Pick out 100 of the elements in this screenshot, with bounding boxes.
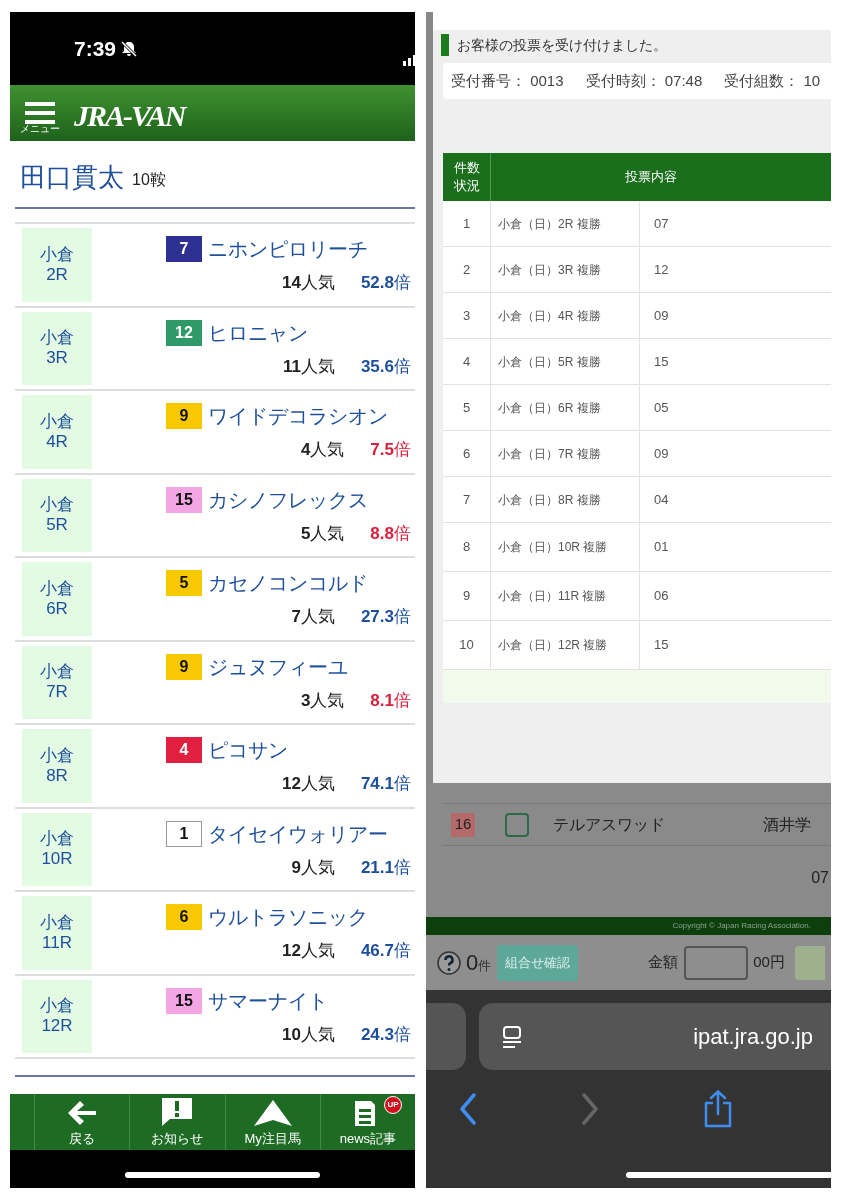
horse-name[interactable]: ピコサン	[208, 735, 288, 765]
post-number: 15	[166, 486, 202, 513]
horse-name[interactable]: ニホンピロリーチ	[208, 234, 368, 264]
signal-icon	[403, 54, 415, 66]
horse-name[interactable]: カセノコンコルド	[208, 568, 368, 598]
amount-field[interactable]	[684, 945, 749, 980]
venue-text: 小倉	[40, 244, 74, 265]
post-number: 6	[166, 904, 202, 930]
table-cell: 小倉（日）12R 複勝	[491, 621, 640, 669]
odds-text: 74.1倍	[360, 773, 411, 795]
column-header: 件数状況	[443, 153, 491, 201]
post-number: 5	[166, 570, 202, 596]
race-text: 8R	[46, 765, 68, 786]
race-text: 6R	[46, 598, 68, 619]
table-cell: 小倉（日）2R 複勝	[491, 201, 640, 246]
table-cell-text: 04	[653, 490, 670, 509]
table-cell: 小倉（日）4R 複勝	[491, 293, 640, 338]
table-cell: 小倉（日）7R 複勝	[491, 431, 640, 476]
address-bar[interactable]: ipat.jra.go.jp	[479, 1003, 831, 1070]
table-cell-text: 07	[653, 214, 670, 233]
popularity-text: 11人気	[282, 355, 335, 378]
help-icon[interactable]	[437, 950, 461, 975]
post-number: 7	[166, 236, 202, 262]
venue-text: 小倉	[40, 578, 74, 599]
venue-text: 小倉	[40, 495, 74, 516]
menu-button[interactable]: メニュー	[20, 92, 60, 134]
horse-name[interactable]: ワイドデコラシオン	[208, 401, 388, 431]
submit-button[interactable]	[794, 945, 825, 980]
menu-icon	[25, 102, 55, 124]
table-cell: 6	[443, 431, 491, 476]
venue-text: 小倉	[40, 662, 74, 683]
badge: UP	[384, 1096, 402, 1114]
horse-name[interactable]: ヒロニャン	[208, 317, 308, 348]
table-cell: 小倉（日）6R 複勝	[491, 385, 640, 430]
table-cell: 5	[443, 385, 491, 430]
race-text: 11R	[42, 932, 72, 953]
horse-name[interactable]: ジュヌフィーユ	[208, 651, 348, 682]
venue-text: 小倉	[40, 996, 74, 1017]
post-number: 4	[166, 737, 202, 763]
table-cell-text: 01	[653, 538, 670, 557]
message-text: お客様の投票を受け付けました。	[457, 35, 667, 55]
back-arrow-icon	[66, 1098, 99, 1127]
share-icon[interactable]	[702, 1090, 734, 1128]
post-number: 16	[451, 812, 475, 837]
jockey-name: 田口貫太	[20, 160, 124, 194]
horse-name[interactable]: タイセイウォリアー	[208, 818, 388, 849]
popularity-text: 3人気	[300, 689, 345, 712]
table-cell-text: 12	[653, 260, 670, 279]
horse-name[interactable]: サマーナイト	[208, 985, 328, 1016]
table-cell-text: 05	[653, 398, 670, 417]
ride-count: 10鞍	[132, 170, 166, 190]
logo: JRA-VAN	[74, 97, 185, 134]
race-text: 2R	[46, 264, 68, 285]
table-cell: 8	[443, 523, 491, 571]
horse-name[interactable]: ウルトラソニック	[208, 902, 368, 932]
receipt-text: 受付組数： 10	[724, 70, 821, 91]
race-text: 10R	[41, 849, 73, 870]
table-cell: 4	[443, 339, 491, 384]
race-text: 7R	[46, 682, 68, 703]
race-text: 12R	[41, 1016, 73, 1037]
odds-text: 21.1倍	[360, 856, 411, 879]
paper-plane-icon	[252, 1098, 293, 1127]
race-text: 3R	[46, 348, 68, 369]
bell-slash-icon	[120, 39, 139, 58]
forward-icon[interactable]	[580, 1093, 600, 1125]
popularity-text: 12人気	[282, 773, 335, 795]
table-cell: 7	[443, 477, 491, 522]
count-unit: 件	[478, 958, 492, 975]
back-icon[interactable]	[458, 1093, 478, 1125]
table-cell: 1	[443, 201, 491, 246]
accent-bar	[441, 34, 449, 56]
venue-text: 小倉	[40, 328, 74, 349]
odds-text: 27.3倍	[360, 606, 411, 628]
popularity-text: 7人気	[291, 606, 335, 628]
horse-name[interactable]: カシノフレックス	[208, 484, 368, 515]
post-number: 1	[166, 820, 202, 847]
table-cell-text: 15	[653, 636, 670, 655]
venue-text: 小倉	[40, 912, 74, 933]
race-text: 5R	[46, 515, 68, 536]
table-cell: 小倉（日）3R 複勝	[491, 247, 640, 292]
odds-text: 35.6倍	[360, 355, 411, 378]
popularity-text: 10人気	[282, 1023, 335, 1046]
checkbox[interactable]	[505, 812, 529, 837]
odds-text: 24.3倍	[360, 1023, 411, 1046]
amount-label: 金額	[648, 952, 679, 973]
table-cell-text: 09	[653, 306, 670, 325]
table-cell: 10	[443, 621, 491, 669]
table-cell: 2	[443, 247, 491, 292]
count-text: 0	[466, 949, 479, 977]
table-cell-text: 15	[653, 352, 670, 371]
tab-preview	[426, 1003, 466, 1070]
column-header: 投票内容	[624, 168, 678, 187]
table-cell: 小倉（日）10R 複勝	[491, 523, 640, 571]
venue-text: 小倉	[40, 829, 74, 850]
post-number: 9	[166, 403, 202, 429]
status-time: 7:39	[74, 35, 117, 62]
url-text: ipat.jra.go.jp	[693, 1023, 813, 1051]
popularity-text: 4人気	[300, 439, 345, 461]
receipt-text: 受付番号： 0013	[451, 70, 564, 91]
copyright-text: Copyright © Japan Racing Association.	[672, 920, 811, 932]
